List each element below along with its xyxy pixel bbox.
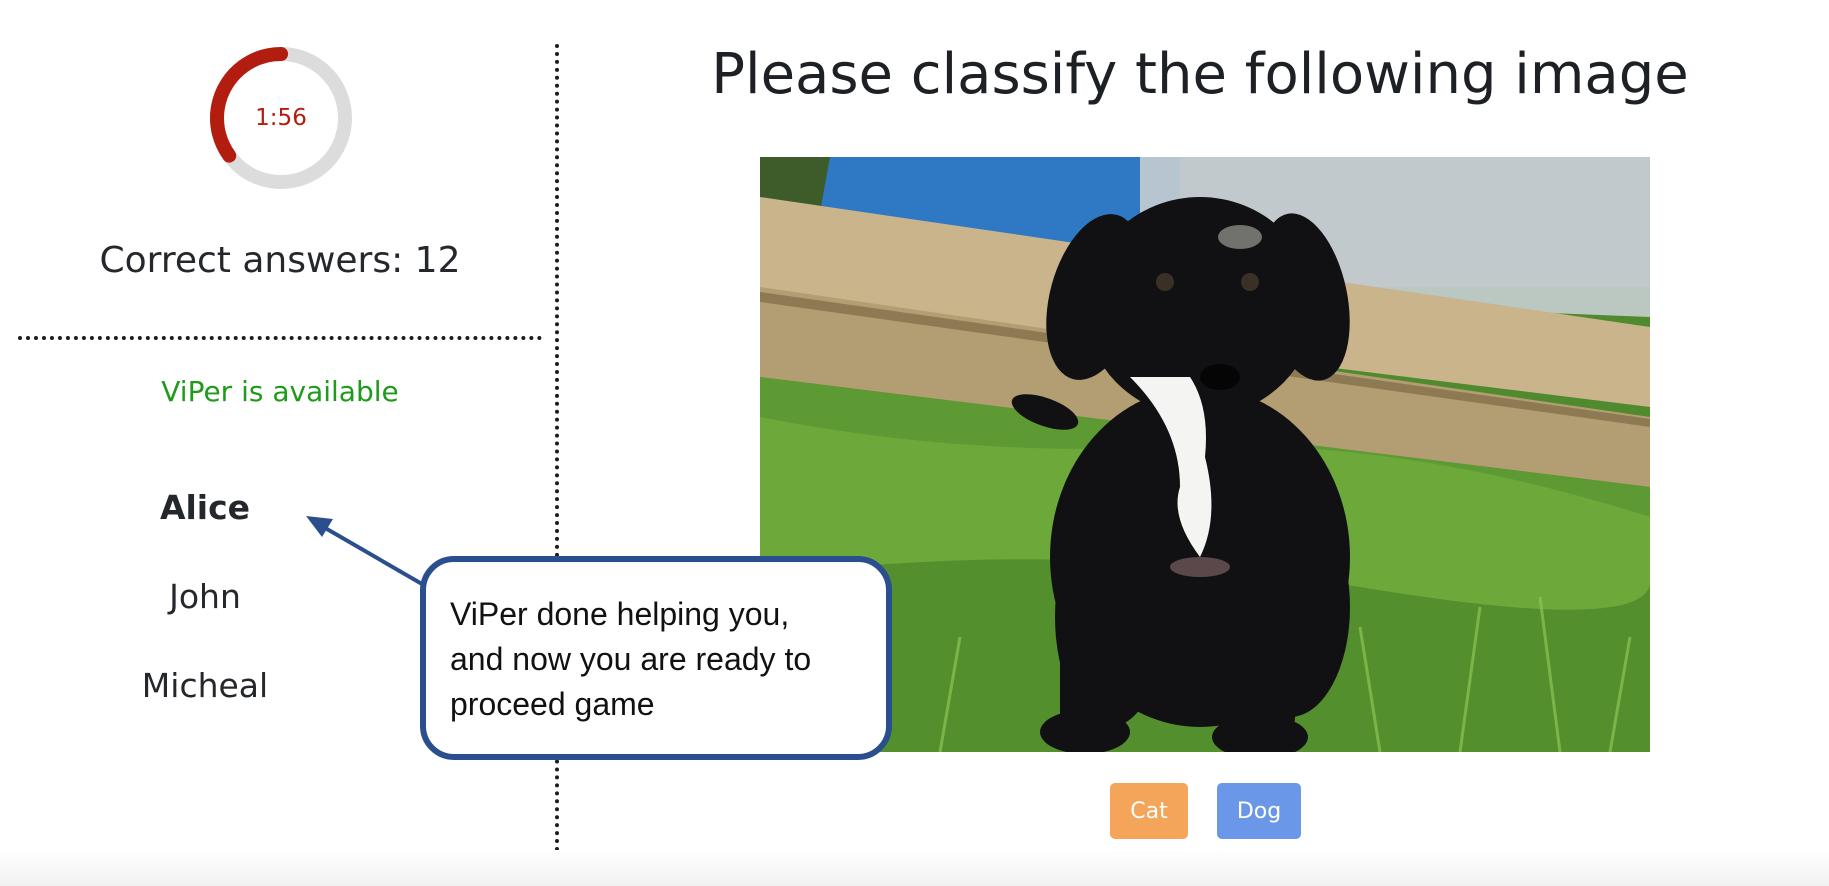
countdown-timer: 1:56 bbox=[206, 43, 356, 193]
correct-answers-count: Correct answers: 12 bbox=[99, 240, 461, 281]
dog-button[interactable]: Dog bbox=[1217, 783, 1301, 839]
viper-status: ViPer is available bbox=[161, 375, 399, 408]
player-alice[interactable]: Alice bbox=[65, 488, 345, 577]
bottom-edge bbox=[0, 850, 1829, 886]
classification-image bbox=[760, 157, 1650, 752]
game-screen: 1:56 Correct answers: 12 ViPer is availa… bbox=[0, 0, 1829, 886]
callout-line-2: and now you are ready to bbox=[450, 641, 812, 677]
sidebar-divider bbox=[18, 336, 542, 340]
player-john[interactable]: John bbox=[65, 577, 345, 666]
timer-label: 1:56 bbox=[255, 105, 307, 131]
callout-line-1: ViPer done helping you, bbox=[450, 596, 790, 632]
player-list: Alice John Micheal bbox=[65, 488, 345, 755]
cat-button[interactable]: Cat bbox=[1110, 783, 1188, 839]
player-micheal[interactable]: Micheal bbox=[65, 666, 345, 755]
callout-line-3: proceed game bbox=[450, 686, 655, 722]
puppy-image bbox=[760, 157, 1650, 752]
viper-callout: ViPer done helping you, and now you are … bbox=[420, 556, 892, 760]
page-title: Please classify the following image bbox=[711, 42, 1689, 107]
